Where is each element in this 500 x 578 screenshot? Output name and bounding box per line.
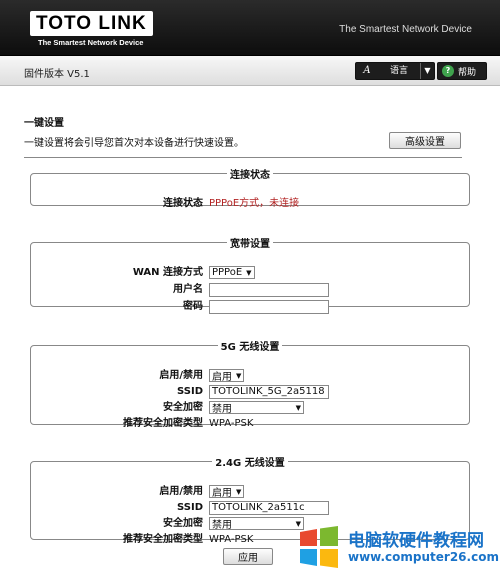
language-button[interactable]: A 语言 ▼ [355,62,435,80]
password-field[interactable] [209,300,329,314]
totolink-logo: TOTO LINK [30,11,153,36]
watermark-title: 电脑软硬件教程网 [348,531,484,551]
password-label: 密码 [183,301,203,312]
status-value: PPPoE方式，未连接 [209,198,300,209]
ssid-field[interactable]: TOTOLINK_2a511c [209,501,329,515]
username-field[interactable] [209,283,329,297]
security-label: 安全加密 [163,518,203,529]
ssid-label: SSID [177,502,203,513]
security-select[interactable]: 禁用 ▼ [209,517,304,531]
chevron-down-icon[interactable]: ▼ [420,63,434,79]
help-button[interactable]: ? 帮助 [437,62,487,80]
username-label: 用户名 [173,284,203,295]
watermark: 电脑软硬件教程网 www.computer26.com [292,514,499,576]
header-bar: TOTO LINK The Smartest Network Device Th… [0,0,500,56]
recommend-label: 推荐安全加密类型 [123,534,203,545]
help-label: 帮助 [458,67,477,78]
status-label: 连接状态 [163,198,203,209]
header-tagline: The Smartest Network Device [339,24,472,35]
section-legend: 2.4G 无线设置 [215,458,285,469]
page-title: 一键设置 [24,118,64,129]
wifi-5g-section: 5G 无线设置 启用/禁用 启用 ▼ SSID TOTOLINK_5G_2a511… [30,338,470,429]
recommend-label: 推荐安全加密类型 [123,418,203,429]
enable-label: 启用/禁用 [159,370,203,381]
section-legend: 连接状态 [230,170,270,181]
security-select[interactable]: 禁用 ▼ [209,401,304,415]
page-description: 一键设置将会引导您首次对本设备进行快速设置。 [24,138,244,149]
watermark-url: www.computer26.com [348,550,499,564]
recommend-value: WPA-PSK [209,534,254,545]
divider [24,157,462,158]
section-legend: 宽带设置 [230,239,270,250]
toolbar: 固件版本 V5.1 A 语言 ▼ ? 帮助 [0,56,500,86]
enable-select[interactable]: 启用 ▼ [209,369,245,383]
windows-logo-icon [300,526,338,568]
language-label: 语言 [389,66,408,76]
advanced-settings-button[interactable]: 高级设置 [389,132,461,149]
broadband-section: 宽带设置 WAN 连接方式 PPPoE ▼ 用户名 密码 [30,235,470,314]
apply-button[interactable]: 应用 [223,548,273,565]
logo-subtitle: The Smartest Network Device [38,38,144,47]
connection-status-section: 连接状态 连接状态 PPPoE方式，未连接 [30,166,470,209]
wan-label: WAN 连接方式 [132,267,203,278]
logo-text: TOTO LINK [30,11,153,36]
enable-select[interactable]: 启用 ▼ [209,485,245,499]
enable-label: 启用/禁用 [159,486,203,497]
help-icon: ? [442,65,454,77]
wan-type-select[interactable]: PPPoE ▼ [209,266,255,279]
recommend-value: WPA-PSK [209,418,254,429]
security-label: 安全加密 [163,402,203,413]
ssid-field[interactable]: TOTOLINK_5G_2a5118 [209,385,329,399]
section-legend: 5G 无线设置 [220,342,280,353]
firmware-version: 固件版本 V5.1 [24,69,90,80]
language-icon: A [363,65,371,76]
ssid-label: SSID [177,386,203,397]
